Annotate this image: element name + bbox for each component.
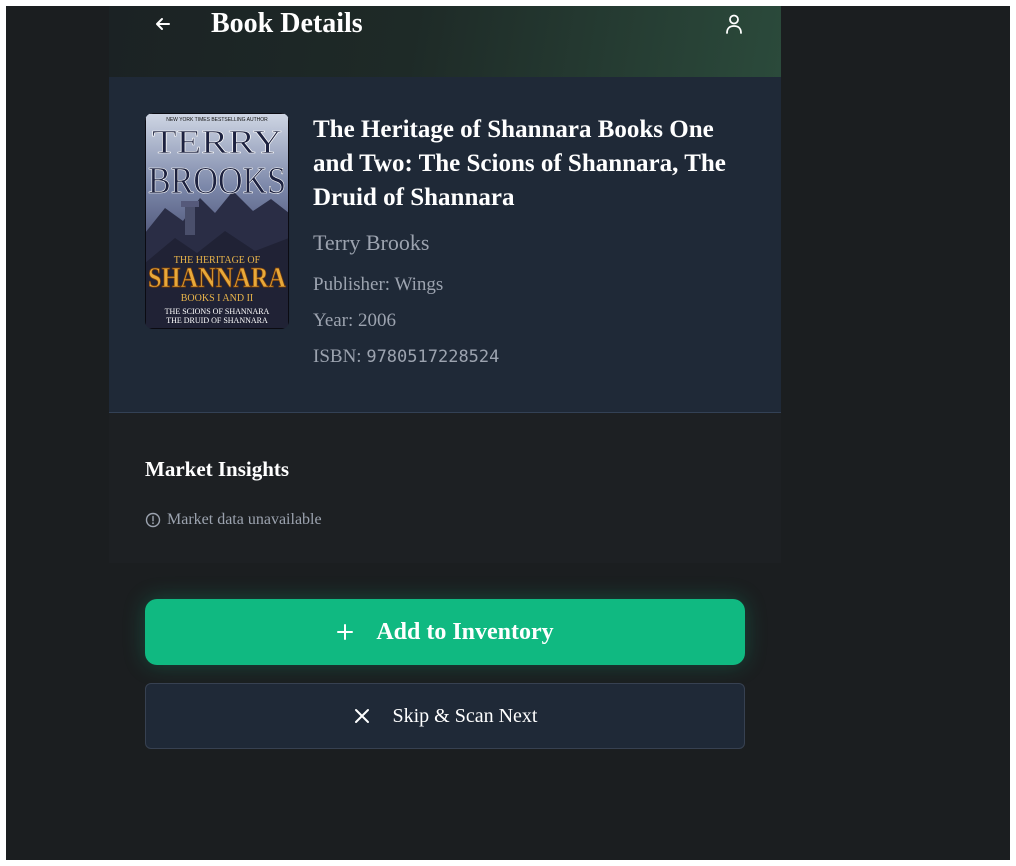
cover-books: BOOKS I AND II: [181, 293, 254, 304]
book-card: NEW YORK TIMES BESTSELLING AUTHOR TERRY …: [109, 77, 781, 413]
cover-sub2: THE DRUID OF SHANNARA: [166, 316, 268, 325]
year-label: Year:: [313, 310, 354, 331]
add-to-inventory-label: Add to Inventory: [376, 618, 554, 645]
close-icon: [353, 707, 371, 725]
header-bar: Book Details: [109, 6, 781, 77]
alert-circle-icon: [145, 512, 161, 528]
plus-icon: [336, 623, 354, 641]
year-row: Year: 2006: [313, 309, 753, 333]
year-value: 2006: [358, 310, 397, 331]
publisher-row: Publisher: Wings: [313, 273, 753, 297]
publisher-value: Wings: [394, 274, 444, 295]
isbn-value: 9780517228524: [366, 347, 500, 367]
profile-button[interactable]: [721, 10, 747, 38]
app-viewport: Book Details NEW YORK TIMES BESTSELLING …: [6, 6, 1010, 860]
market-insights-title: Market Insights: [145, 457, 290, 481]
cover-author-first: TERRY: [152, 124, 282, 161]
market-data-status: Market data unavailable: [145, 511, 322, 529]
arrow-left-icon: [153, 14, 173, 34]
add-to-inventory-button[interactable]: Add to Inventory: [145, 599, 745, 665]
market-data-status-text: Market data unavailable: [167, 511, 322, 528]
publisher-label: Publisher:: [313, 274, 391, 295]
cover-author-last: BROOKS: [148, 160, 286, 202]
cover-sub1: THE SCIONS OF SHANNARA: [165, 307, 270, 316]
isbn-row: ISBN: 9780517228524: [313, 345, 753, 369]
skip-scan-next-button[interactable]: Skip & Scan Next: [145, 683, 745, 749]
user-icon: [724, 13, 744, 35]
book-title: The Heritage of Shannara Books One and T…: [313, 116, 726, 211]
market-insights-section: Market Insights Market data unavailable: [109, 413, 781, 563]
cover-topline: NEW YORK TIMES BESTSELLING AUTHOR: [166, 117, 268, 123]
skip-scan-next-label: Skip & Scan Next: [392, 704, 538, 727]
book-info: The Heritage of Shannara Books One and T…: [313, 113, 753, 369]
app-panel: Book Details NEW YORK TIMES BESTSELLING …: [109, 6, 781, 860]
page-title: Book Details: [211, 8, 363, 39]
isbn-label: ISBN:: [313, 346, 362, 367]
cover-series: SHANNARA: [148, 263, 287, 294]
book-cover-image: NEW YORK TIMES BESTSELLING AUTHOR TERRY …: [145, 113, 289, 329]
book-author: Terry Brooks: [313, 230, 430, 255]
back-button[interactable]: [149, 10, 177, 38]
